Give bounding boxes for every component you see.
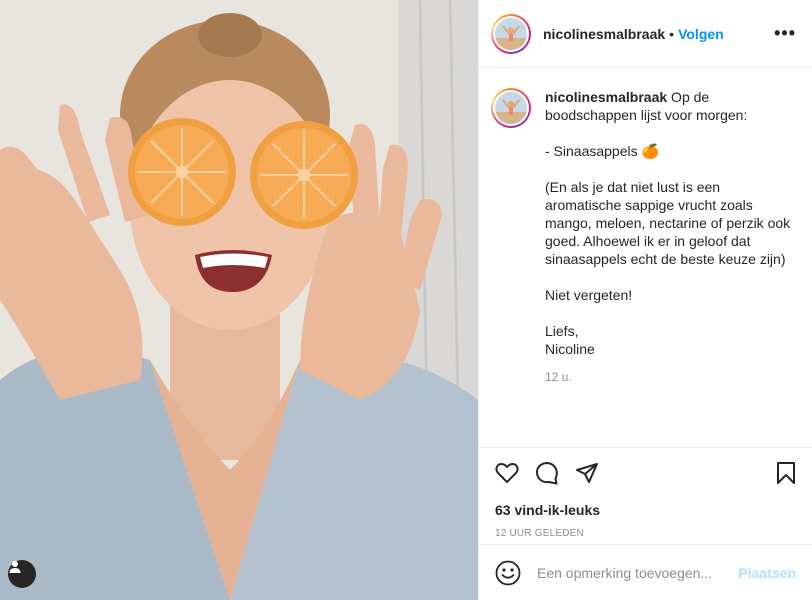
- bookmark-icon[interactable]: [774, 461, 798, 485]
- comments-section: nicolinesmalbraak Op de boodschappen lij…: [479, 68, 812, 448]
- comment-icon[interactable]: [535, 461, 559, 485]
- post-timestamp[interactable]: 12 UUR GELEDEN: [495, 528, 798, 539]
- caption-timestamp[interactable]: 12 u.: [545, 370, 796, 384]
- caption-body: Op de boodschappen lijst voor morgen: - …: [545, 89, 791, 357]
- photo-illustration: [0, 0, 478, 600]
- comment-input[interactable]: [537, 564, 739, 581]
- post-comment-button[interactable]: Plaatsen: [738, 565, 796, 581]
- username-link[interactable]: nicolinesmalbraak: [543, 26, 665, 42]
- post-header: nicolinesmalbraak • Volgen •••: [479, 0, 812, 68]
- caption-username[interactable]: nicolinesmalbraak: [545, 89, 667, 105]
- avatar[interactable]: [491, 13, 531, 54]
- share-icon[interactable]: [575, 461, 599, 485]
- more-options-icon[interactable]: •••: [774, 23, 796, 44]
- emoji-icon[interactable]: [495, 560, 521, 586]
- person-icon: [9, 561, 21, 573]
- caption-avatar[interactable]: [491, 88, 531, 128]
- add-comment-bar: Plaatsen: [479, 544, 812, 600]
- follow-button[interactable]: Volgen: [678, 26, 724, 42]
- caption-block: nicolinesmalbraak Op de boodschappen lij…: [545, 88, 796, 448]
- caption-text: nicolinesmalbraak Op de boodschappen lij…: [545, 88, 796, 358]
- tagged-users-button[interactable]: [8, 560, 36, 588]
- post-side-panel: nicolinesmalbraak • Volgen ••• nicolines…: [478, 0, 812, 600]
- action-icons: [495, 460, 798, 486]
- profile-picture: [495, 17, 527, 50]
- like-count[interactable]: 63 vind-ik-leuks: [495, 502, 798, 518]
- heart-icon[interactable]: [495, 461, 519, 485]
- separator-dot: •: [669, 25, 675, 42]
- post-photo[interactable]: [0, 0, 478, 600]
- post-actions: 63 vind-ik-leuks 12 UUR GELEDEN: [479, 447, 812, 539]
- profile-picture: [495, 92, 527, 124]
